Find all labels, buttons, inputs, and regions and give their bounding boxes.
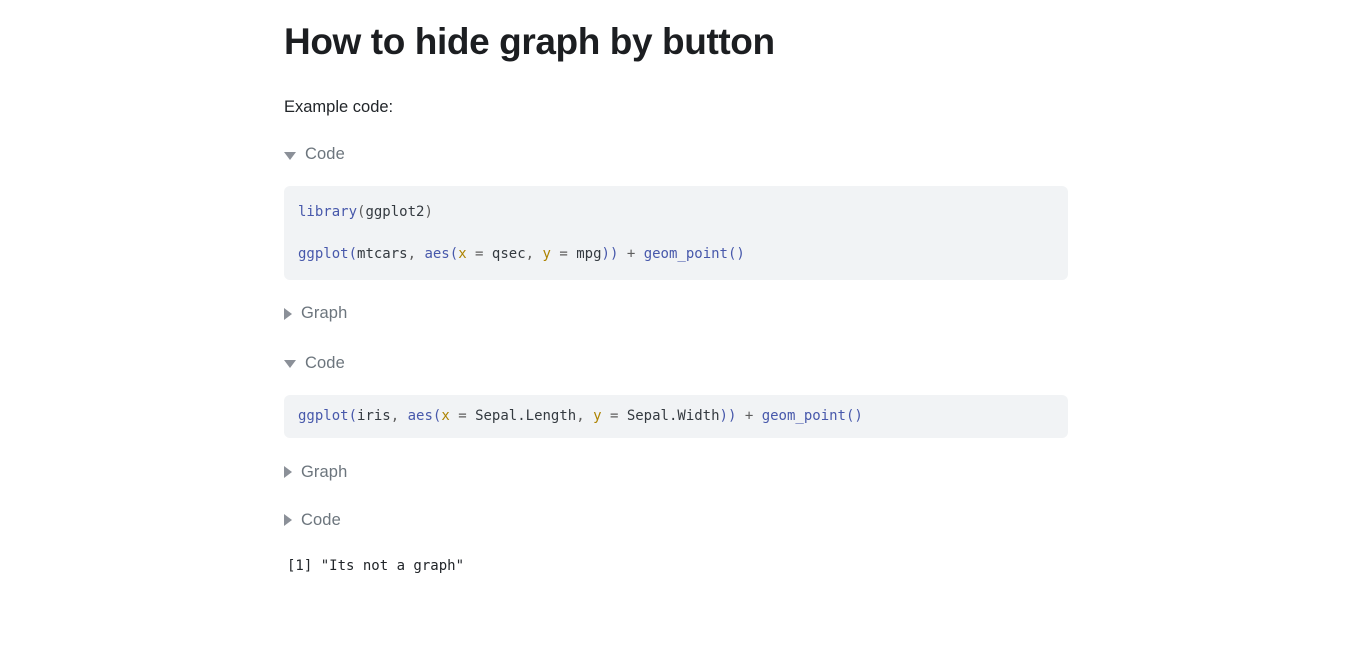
token-arg-x: x: [441, 408, 450, 425]
token-paren-3: )): [601, 246, 619, 263]
token-function-geom-point: geom_point: [761, 408, 846, 425]
source-code-block-1[interactable]: library(ggplot2) ggplot(mtcars, aes(x = …: [284, 185, 1068, 281]
fold-label-code-1: Code: [305, 145, 345, 164]
token-paren-1: (: [348, 408, 358, 425]
token-value-sepal-length: Sepal.Length: [475, 408, 577, 425]
token-paren-close: ): [424, 203, 433, 220]
triangle-down-icon: [284, 360, 296, 369]
fold-toggle-graph-1[interactable]: Graph: [284, 305, 347, 322]
triangle-right-icon: [284, 307, 292, 320]
console-output-wrapper: [1] "Its not a graph": [284, 529, 1084, 576]
code-block-1-wrapper: library(ggplot2) ggplot(mtcars, aes(x = …: [284, 163, 1084, 281]
token-plus-operator: +: [736, 408, 762, 425]
token-comma-2: ,: [576, 408, 594, 425]
token-equals-2: =: [550, 246, 577, 263]
token-equals-1: =: [466, 246, 492, 263]
token-arg-ggplot2: ggplot2: [365, 203, 425, 220]
code-line-1: library(ggplot2): [298, 202, 1054, 222]
token-comma-1: ,: [390, 408, 408, 425]
token-function-library: library: [298, 203, 358, 220]
token-comma-2: ,: [525, 246, 543, 263]
token-value-mpg: mpg: [576, 246, 602, 263]
token-function-geom-point: geom_point: [643, 246, 728, 263]
token-equals-1: =: [449, 408, 476, 425]
token-arg-y: y: [593, 408, 602, 425]
console-output-text: [1] "Its not a graph": [287, 557, 465, 574]
token-comma-1: ,: [407, 246, 425, 263]
triangle-right-icon: [284, 465, 292, 478]
fold-toggle-code-3[interactable]: Code: [284, 512, 341, 529]
triangle-right-icon: [284, 514, 292, 527]
fold-toggle-graph-2[interactable]: Graph: [284, 464, 347, 481]
fold-graph-1-wrapper: Graph: [284, 280, 1084, 322]
token-plus-operator: +: [618, 246, 644, 263]
token-paren-2: (: [449, 246, 459, 263]
fold-label-graph-1: Graph: [301, 304, 348, 323]
token-function-ggplot: ggplot: [298, 246, 349, 263]
fold-label-code-2: Code: [305, 353, 345, 372]
token-function-aes: aes: [424, 246, 450, 263]
code-line-2: ggplot(mtcars, aes(x = qsec, y = mpg)) +…: [298, 244, 1054, 264]
token-data-iris: iris: [357, 408, 391, 425]
token-paren-4: (): [845, 408, 863, 425]
token-value-sepal-width: Sepal.Width: [626, 408, 720, 425]
fold-toggle-code-2[interactable]: Code: [284, 355, 345, 372]
fold-label-code-3: Code: [301, 511, 341, 530]
intro-paragraph: Example code:: [284, 97, 394, 116]
fold-graph-2-wrapper: Graph: [284, 438, 1084, 481]
token-paren-4: (): [727, 246, 745, 263]
fold-code-2-wrapper: Code: [284, 322, 1084, 372]
page-title: How to hide graph by button: [284, 21, 775, 62]
fold-toggle-code-1[interactable]: Code: [284, 146, 345, 163]
token-paren-1: (: [348, 246, 358, 263]
token-paren-3: )): [719, 408, 737, 425]
fold-label-graph-2: Graph: [301, 462, 348, 481]
token-arg-y: y: [542, 246, 551, 263]
token-function-ggplot: ggplot: [298, 408, 349, 425]
fold-code-3-wrapper: Code: [284, 480, 1084, 529]
code-block-2-wrapper: ggplot(iris, aes(x = Sepal.Length, y = S…: [284, 371, 1084, 438]
token-value-qsec: qsec: [491, 246, 526, 263]
source-code-block-2[interactable]: ggplot(iris, aes(x = Sepal.Length, y = S…: [284, 395, 1068, 438]
document-page: How to hide graph by button Example code…: [0, 0, 1366, 657]
token-equals-2: =: [601, 408, 627, 425]
token-arg-x: x: [458, 246, 467, 263]
triangle-down-icon: [284, 151, 296, 160]
token-data-mtcars: mtcars: [357, 246, 408, 263]
token-function-aes: aes: [407, 408, 433, 425]
document-content: How to hide graph by button Example code…: [284, 0, 1084, 576]
code-line-1: ggplot(iris, aes(x = Sepal.Length, y = S…: [298, 406, 1054, 426]
fold-code-1-wrapper: Code: [284, 119, 1084, 163]
